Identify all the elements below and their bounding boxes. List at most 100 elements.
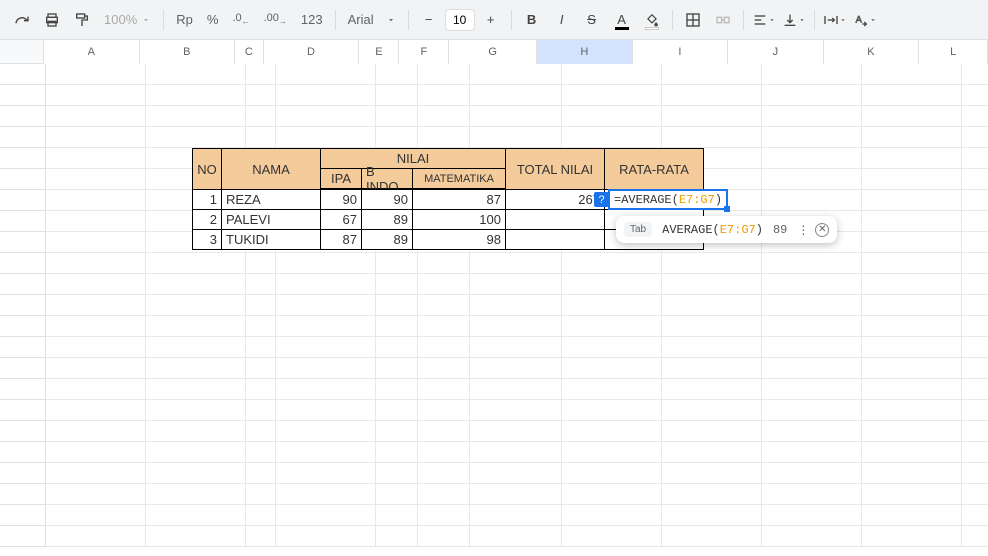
- font-size-decrease-button[interactable]: −: [415, 6, 443, 34]
- col-header-F[interactable]: F: [399, 40, 449, 64]
- col-header-A[interactable]: A: [44, 40, 140, 64]
- cell-bindo[interactable]: 89: [361, 209, 413, 230]
- cell-no[interactable]: 3: [192, 229, 222, 250]
- row-header[interactable]: [0, 421, 46, 442]
- cell-ipa[interactable]: 90: [320, 189, 362, 210]
- svg-text:A: A: [855, 14, 862, 24]
- currency-button[interactable]: Rp: [170, 6, 199, 34]
- font-size-increase-button[interactable]: +: [477, 6, 505, 34]
- col-header-H[interactable]: H: [537, 40, 633, 64]
- bold-button[interactable]: B: [518, 6, 546, 34]
- col-header-E[interactable]: E: [359, 40, 399, 64]
- row-header[interactable]: [0, 400, 46, 421]
- strikethrough-button[interactable]: S: [578, 6, 606, 34]
- increase-decimal-button[interactable]: .00→: [258, 6, 293, 34]
- text-wrap-button[interactable]: [821, 6, 849, 34]
- row-header[interactable]: [0, 232, 46, 253]
- active-cell-formula[interactable]: =AVERAGE(E7:G7): [608, 189, 728, 210]
- th-bindo[interactable]: B INDO: [361, 168, 413, 189]
- col-header-B[interactable]: B: [140, 40, 236, 64]
- th-ipa[interactable]: IPA: [320, 168, 362, 189]
- row-headers: [0, 64, 46, 547]
- th-no[interactable]: NO: [192, 148, 222, 190]
- cell-no[interactable]: 1: [192, 189, 222, 210]
- formula-help-badge[interactable]: ?: [594, 192, 609, 207]
- cell-total[interactable]: [505, 229, 605, 250]
- decrease-decimal-button[interactable]: .0←: [226, 6, 255, 34]
- row-header[interactable]: [0, 211, 46, 232]
- row-header[interactable]: [0, 484, 46, 505]
- suggestion-preview-value: 89: [773, 223, 787, 237]
- sheet-grid[interactable]: document.write(Array.from({length:23},()…: [46, 64, 988, 547]
- cell-mtk[interactable]: 100: [412, 209, 506, 230]
- cell-ipa[interactable]: 87: [320, 229, 362, 250]
- row-header[interactable]: [0, 358, 46, 379]
- vertical-align-button[interactable]: [780, 6, 808, 34]
- th-nilai[interactable]: NILAI: [320, 148, 506, 169]
- row-header[interactable]: [0, 148, 46, 169]
- cell-ipa[interactable]: 67: [320, 209, 362, 230]
- row-header[interactable]: [0, 526, 46, 547]
- row-header[interactable]: [0, 337, 46, 358]
- suggestion-formula[interactable]: AVERAGE(E7:G7): [662, 223, 763, 237]
- select-all-corner[interactable]: [0, 40, 44, 64]
- cell-nama[interactable]: REZA: [221, 189, 321, 210]
- row-header[interactable]: [0, 505, 46, 526]
- row-header[interactable]: [0, 379, 46, 400]
- fill-color-button[interactable]: [638, 6, 666, 34]
- fill-handle[interactable]: [724, 206, 730, 212]
- more-formats-button[interactable]: 123: [295, 6, 329, 34]
- row-header[interactable]: [0, 316, 46, 337]
- row-header[interactable]: [0, 127, 46, 148]
- italic-button[interactable]: I: [548, 6, 576, 34]
- row-header[interactable]: [0, 253, 46, 274]
- cell-nama[interactable]: TUKIDI: [221, 229, 321, 250]
- col-header-J[interactable]: J: [728, 40, 824, 64]
- cell-total[interactable]: 267: [505, 189, 605, 210]
- font-name-label: Arial: [348, 12, 374, 27]
- cell-total[interactable]: [505, 209, 605, 230]
- cell-mtk[interactable]: 98: [412, 229, 506, 250]
- row-header[interactable]: [0, 190, 46, 211]
- cell-bindo[interactable]: 89: [361, 229, 413, 250]
- row-header[interactable]: [0, 295, 46, 316]
- text-color-button[interactable]: A: [608, 6, 636, 34]
- merge-cells-button[interactable]: [709, 6, 737, 34]
- col-header-L[interactable]: L: [919, 40, 988, 64]
- col-header-K[interactable]: K: [824, 40, 920, 64]
- more-options-icon[interactable]: ⋮: [797, 223, 809, 237]
- th-total[interactable]: TOTAL NILAI: [505, 148, 605, 190]
- row-header[interactable]: [0, 85, 46, 106]
- borders-button[interactable]: [679, 6, 707, 34]
- dismiss-icon[interactable]: ✕: [815, 223, 829, 237]
- col-header-C[interactable]: C: [235, 40, 264, 64]
- row-header[interactable]: [0, 274, 46, 295]
- row-header[interactable]: [0, 169, 46, 190]
- row-header[interactable]: [0, 64, 46, 85]
- font-family-dropdown[interactable]: Arial: [342, 6, 402, 34]
- horizontal-align-button[interactable]: [750, 6, 778, 34]
- zoom-label: 100%: [104, 12, 137, 27]
- percent-button[interactable]: %: [201, 6, 225, 34]
- formula-suggestion-tooltip: Tab AVERAGE(E7:G7) 89 ⋮ ✕: [616, 216, 837, 243]
- row-header[interactable]: [0, 106, 46, 127]
- row-header[interactable]: [0, 463, 46, 484]
- cell-mtk[interactable]: 87: [412, 189, 506, 210]
- font-size-input[interactable]: [445, 9, 475, 31]
- print-button[interactable]: [38, 6, 66, 34]
- col-header-D[interactable]: D: [264, 40, 360, 64]
- cell-bindo[interactable]: 90: [361, 189, 413, 210]
- text-rotation-button[interactable]: A: [851, 6, 879, 34]
- zoom-dropdown[interactable]: 100%: [98, 6, 157, 34]
- th-rata[interactable]: RATA-RATA: [604, 148, 704, 190]
- col-header-G[interactable]: G: [449, 40, 537, 64]
- th-nama[interactable]: NAMA: [221, 148, 321, 190]
- paint-format-button[interactable]: [68, 6, 96, 34]
- col-header-I[interactable]: I: [633, 40, 729, 64]
- redo-button[interactable]: [8, 6, 36, 34]
- th-mtk[interactable]: MATEMATIKA: [412, 168, 506, 189]
- formula-text: =AVERAGE(E7:G7): [614, 193, 722, 207]
- row-header[interactable]: [0, 442, 46, 463]
- cell-no[interactable]: 2: [192, 209, 222, 230]
- cell-nama[interactable]: PALEVI: [221, 209, 321, 230]
